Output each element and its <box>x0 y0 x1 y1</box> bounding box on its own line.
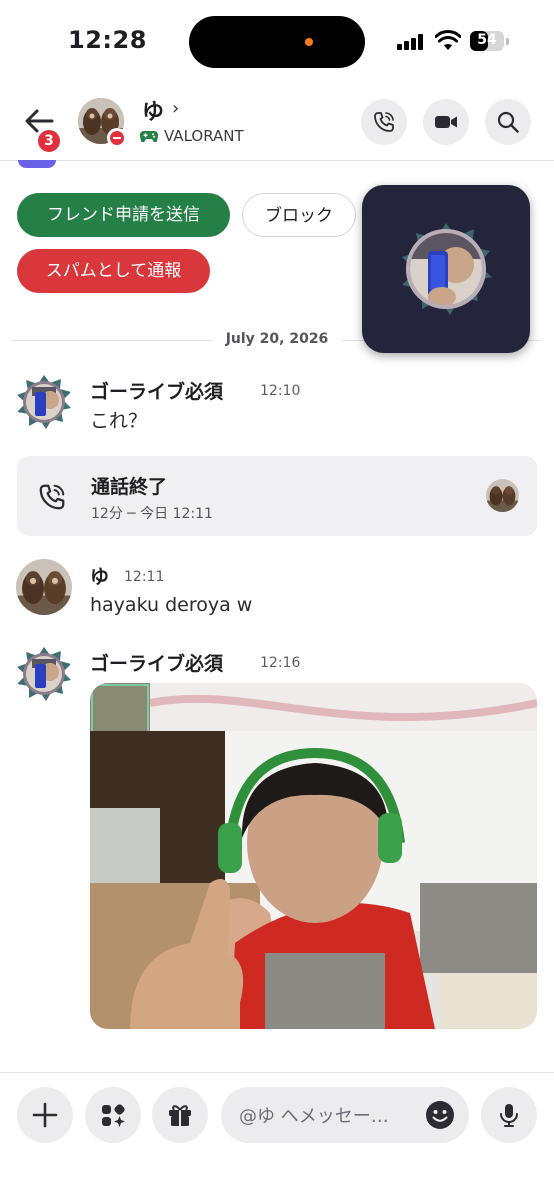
wifi-icon <box>435 30 461 50</box>
clock: 12:28 <box>68 26 147 54</box>
battery-tip <box>506 38 509 45</box>
avatar[interactable] <box>16 559 72 615</box>
send-friend-request-button[interactable]: フレンド申請を送信 <box>17 193 230 237</box>
gift-icon <box>169 1105 191 1126</box>
video-camera-icon <box>435 116 457 128</box>
framed-avatar-image <box>402 223 492 315</box>
message-text: これ？ <box>90 410 148 432</box>
report-spam-button[interactable]: スパムとして通報 <box>17 249 210 293</box>
channel-header: 3 ゆ › VALORANT <box>0 84 554 161</box>
activity-game: VALORANT <box>164 127 244 145</box>
plus-icon <box>32 1102 58 1128</box>
battery-level: 54 <box>477 32 497 48</box>
block-button[interactable]: ブロック <box>242 193 356 237</box>
voice-message-button[interactable] <box>481 1087 537 1143</box>
attach-button[interactable] <box>17 1087 73 1143</box>
framed-avatar-image <box>16 646 72 702</box>
message-author[interactable]: ゴーライブ必須 <box>90 649 223 676</box>
message-text: hayaku deroya w <box>90 594 253 616</box>
battery-icon: 54 <box>470 31 504 51</box>
chevron-right-icon[interactable]: › <box>172 98 179 119</box>
phone-call-icon <box>374 112 394 132</box>
search-icon <box>497 111 519 133</box>
framed-avatar-image <box>16 374 72 430</box>
message-timestamp: 12:11 <box>124 569 165 585</box>
message-author[interactable]: ゴーライブ必須 <box>90 377 223 404</box>
recording-dot <box>305 38 313 46</box>
dnd-status-icon <box>107 128 127 148</box>
message-timestamp: 12:16 <box>260 655 301 671</box>
picture-in-picture-call[interactable] <box>362 185 530 353</box>
apps-button[interactable] <box>85 1087 141 1143</box>
gamepad-icon <box>140 130 158 142</box>
search-button[interactable] <box>485 99 531 145</box>
phone-call-icon <box>39 484 65 510</box>
signal-icon <box>397 34 425 50</box>
dm-username[interactable]: ゆ <box>142 94 164 126</box>
message-input-wrapper[interactable] <box>221 1087 469 1145</box>
call-ended-card[interactable]: 通話終了 12分 ─ 今日 12:11 <box>17 456 537 536</box>
microphone-icon <box>500 1104 518 1127</box>
message-author[interactable]: ゆ <box>90 562 109 589</box>
dynamic-island <box>189 16 365 68</box>
otters-avatar-image <box>486 479 519 512</box>
avatar[interactable] <box>16 646 72 702</box>
message-timestamp: 12:10 <box>260 383 301 399</box>
avatar <box>486 479 519 512</box>
webcam-photo <box>90 683 537 1029</box>
image-attachment[interactable] <box>90 683 537 1029</box>
emoji-icon[interactable] <box>425 1100 455 1130</box>
activity-status: VALORANT <box>140 127 244 145</box>
avatar[interactable] <box>16 374 72 430</box>
voice-call-button[interactable] <box>361 99 407 145</box>
status-bar: 12:28 54 <box>0 0 554 84</box>
gift-button[interactable] <box>152 1087 208 1143</box>
video-call-button[interactable] <box>423 99 469 145</box>
composer-bar <box>0 1072 554 1201</box>
apps-icon <box>102 1104 125 1127</box>
call-duration: 12分 ─ 今日 12:11 <box>91 506 213 522</box>
message-input[interactable] <box>237 1087 429 1145</box>
profile-banner-fragment <box>18 160 56 168</box>
call-title: 通話終了 <box>91 476 168 498</box>
unread-badge: 3 <box>36 128 62 154</box>
otters-avatar-image <box>16 559 72 615</box>
